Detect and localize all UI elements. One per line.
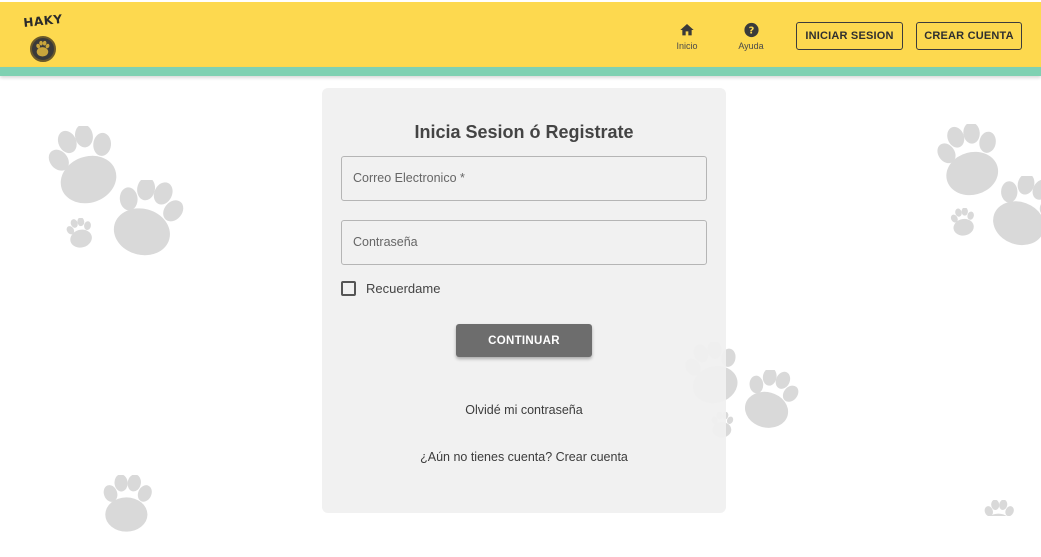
remember-me-label: Recuerdame xyxy=(366,280,441,296)
svg-text:?: ? xyxy=(748,26,754,37)
paw-print-icon xyxy=(983,500,1016,516)
password-placeholder: Contraseña xyxy=(353,235,418,249)
logo[interactable]: HAKY xyxy=(22,11,64,62)
nav-help-label: Ayuda xyxy=(738,41,764,51)
email-field[interactable]: Correo Electronico * xyxy=(341,156,707,201)
forgot-password-link[interactable]: Olvidé mi contraseña xyxy=(322,403,726,417)
paw-print-icon xyxy=(992,176,1041,248)
top-navbar: HAKY Inicio ? Ayuda INICIAR SESION CREAR… xyxy=(0,2,1041,67)
password-field[interactable]: Contraseña xyxy=(341,220,707,265)
create-account-link[interactable]: ¿Aún no tienes cuenta? Crear cuenta xyxy=(322,450,726,464)
paw-print-icon xyxy=(110,180,188,258)
login-button[interactable]: INICIAR SESION xyxy=(796,22,903,50)
signup-button[interactable]: CREAR CUENTA xyxy=(916,22,1022,50)
header-accent-stripe xyxy=(0,67,1041,76)
home-icon xyxy=(680,24,694,36)
paw-print-icon xyxy=(101,475,155,532)
remember-me-row[interactable]: Recuerdame xyxy=(341,279,440,297)
paw-print-icon xyxy=(742,370,802,430)
paw-print-icon xyxy=(66,218,96,248)
paw-print-icon xyxy=(950,208,978,236)
nav-home-label: Inicio xyxy=(676,41,698,51)
help-icon: ? xyxy=(743,22,759,38)
continue-button[interactable]: CONTINUAR xyxy=(456,324,592,357)
remember-me-checkbox[interactable] xyxy=(341,280,356,296)
nav-home[interactable]: Inicio xyxy=(662,21,712,51)
login-card: Inicia Sesion ó Registrate Correo Electr… xyxy=(322,88,726,513)
email-placeholder: Correo Electronico * xyxy=(353,171,465,185)
logo-text: HAKY xyxy=(22,11,64,31)
page-title: Inicia Sesion ó Registrate xyxy=(414,122,634,142)
paw-medal-icon xyxy=(30,36,56,62)
nav-help[interactable]: ? Ayuda xyxy=(726,21,776,51)
